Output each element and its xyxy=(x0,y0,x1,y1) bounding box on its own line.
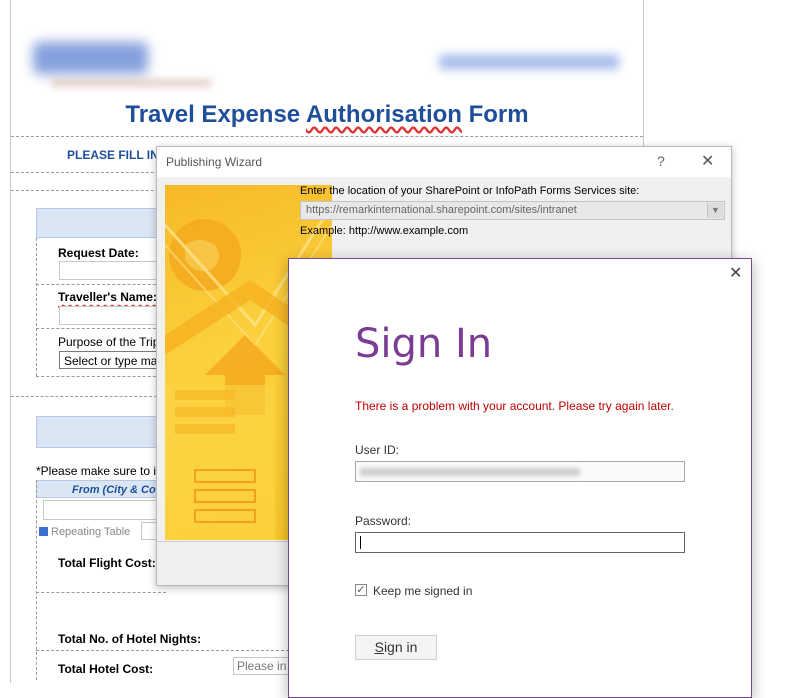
total-hotel-nights-label: Total No. of Hotel Nights: xyxy=(58,632,202,646)
travellers-name-field[interactable] xyxy=(59,306,171,325)
wizard-prompt: Enter the location of your SharePoint or… xyxy=(300,185,640,197)
text-cursor xyxy=(360,536,361,549)
password-field[interactable] xyxy=(355,532,685,553)
request-date-label: Request Date: xyxy=(58,246,139,260)
section-header-trip xyxy=(36,208,168,238)
divider xyxy=(36,328,166,329)
company-logo xyxy=(33,42,148,74)
section-header-travel xyxy=(36,416,168,448)
user-id-value xyxy=(360,468,580,476)
help-icon[interactable]: ? xyxy=(657,153,665,169)
form-title: Travel Expense Authorisation Form xyxy=(125,101,529,128)
total-hotel-cost-label: Total Hotel Cost: xyxy=(58,662,154,676)
wizard-example: Example: http://www.example.com xyxy=(300,225,469,237)
repeating-table-icon xyxy=(39,527,48,536)
password-label: Password: xyxy=(355,514,412,528)
company-header-text xyxy=(439,55,619,69)
error-message: There is a problem with your account. Pl… xyxy=(355,399,674,413)
table-header-from: From (City & Co xyxy=(36,480,166,498)
instructions-banner: PLEASE FILL IN xyxy=(67,148,159,162)
total-hotel-cost-field[interactable]: Please in xyxy=(233,657,293,675)
divider xyxy=(36,376,166,377)
keep-signed-in-label: Keep me signed in xyxy=(373,584,473,598)
user-id-field[interactable] xyxy=(355,461,685,482)
close-icon[interactable]: ✕ xyxy=(701,151,714,171)
site-url-combobox[interactable]: https://remarkinternational.sharepoint.c… xyxy=(300,201,725,220)
site-url-value: https://remarkinternational.sharepoint.c… xyxy=(306,204,577,216)
divider xyxy=(36,238,37,376)
keep-signed-in-checkbox[interactable]: ✓ xyxy=(355,584,367,596)
total-flight-cost-label: Total Flight Cost: xyxy=(58,556,156,570)
wizard-titlebar: Publishing Wizard ? ✕ xyxy=(157,147,731,177)
divider xyxy=(36,650,299,651)
purpose-label: Purpose of the Trip xyxy=(58,335,160,349)
close-icon[interactable]: ✕ xyxy=(729,263,742,283)
wizard-title: Publishing Wizard xyxy=(166,155,263,169)
company-logo-tagline xyxy=(51,80,211,86)
sign-in-button[interactable]: Sign in xyxy=(355,635,437,660)
user-id-label: User ID: xyxy=(355,443,400,457)
divider xyxy=(36,592,166,593)
travellers-name-label: Traveller's Name: xyxy=(58,290,157,304)
repeating-table-tag[interactable]: Repeating Table xyxy=(39,525,130,539)
divider xyxy=(36,284,166,285)
divider xyxy=(11,136,643,137)
purpose-select[interactable]: Select or type ma xyxy=(59,351,169,369)
chevron-down-icon[interactable]: ▼ xyxy=(707,203,723,218)
request-date-field[interactable] xyxy=(59,261,171,280)
form-note: *Please make sure to i xyxy=(36,464,157,478)
divider xyxy=(11,396,157,397)
sign-in-dialog: ✕ Sign In There is a problem with your a… xyxy=(288,258,752,698)
sign-in-title: Sign In xyxy=(355,321,493,367)
from-city-field[interactable] xyxy=(43,500,170,520)
